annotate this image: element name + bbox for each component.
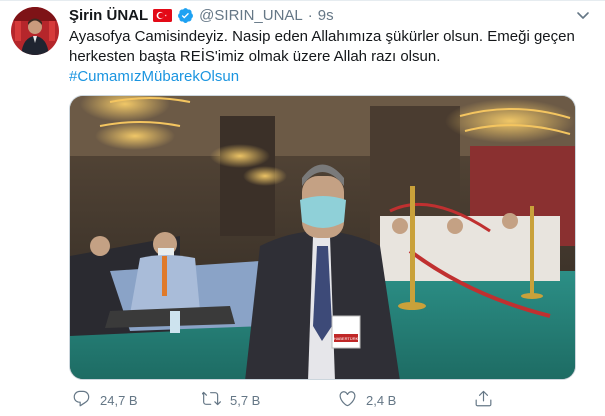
tweet-text: Ayasofya Camisindeyiz. Nasip eden Allahı… [69, 27, 589, 87]
heart-icon [338, 389, 357, 411]
chevron-down-icon[interactable] [575, 7, 591, 23]
photo-illustration: HABERTÜRK [70, 96, 575, 379]
tweet[interactable]: Şirin ÜNAL @SIRIN_UNAL · 9s Ayasofya Cam… [0, 0, 605, 416]
share-icon [474, 389, 493, 411]
tweet-body: Ayasofya Camisindeyiz. Nasip eden Allahı… [69, 28, 575, 65]
author-handle[interactable]: @SIRIN_UNAL [199, 7, 303, 24]
retweet-icon [200, 389, 221, 411]
like-count: 2,4 B [366, 392, 397, 408]
retweet-count: 5,7 B [230, 392, 261, 408]
separator-dot: · [307, 6, 313, 24]
tweet-actions: 24,7 B 5,7 B 2,4 B [69, 389, 569, 411]
hashtag-link[interactable]: #CumamızMübarekOlsun [69, 68, 239, 85]
tweet-photo[interactable]: HABERTÜRK [69, 95, 576, 380]
turkey-flag-icon [153, 8, 173, 22]
reply-icon [72, 389, 91, 411]
share-button[interactable] [474, 389, 493, 411]
tweet-time[interactable]: 9s [318, 7, 334, 24]
like-button[interactable]: 2,4 B [338, 389, 396, 411]
verified-badge-icon [177, 7, 194, 24]
reply-count: 24,7 B [100, 392, 138, 408]
tweet-header: Şirin ÜNAL @SIRIN_UNAL · 9s [69, 5, 334, 25]
badge-sign-text: HABERTÜRK [334, 336, 359, 341]
author-name[interactable]: Şirin ÜNAL [69, 7, 148, 24]
reply-button[interactable]: 24,7 B [72, 389, 138, 411]
avatar[interactable] [11, 7, 59, 55]
retweet-button[interactable]: 5,7 B [200, 389, 261, 411]
